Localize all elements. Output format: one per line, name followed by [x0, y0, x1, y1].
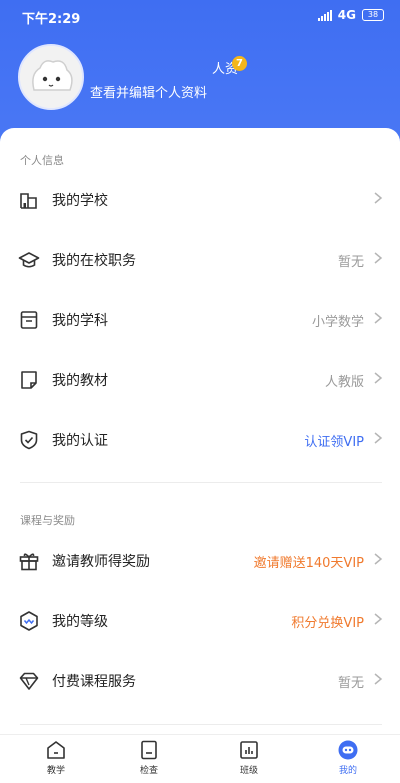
- menu-item-label: 我的学科: [52, 313, 108, 329]
- chevron-right-icon: [374, 252, 383, 264]
- graduation-cap-icon: [18, 252, 40, 268]
- menu-item-value: 暂无: [337, 255, 364, 270]
- menu-item-subject[interactable]: 我的学科 小学数学: [0, 290, 400, 350]
- menu-item-label: 我的学校: [52, 193, 108, 209]
- chevron-right-icon: [374, 372, 383, 384]
- status-time: 下午2:29: [22, 12, 81, 27]
- chevron-right-icon: [374, 312, 383, 324]
- menu-item-value: 暂无: [337, 676, 364, 691]
- menu-item-value: 积分兑换VIP: [291, 616, 364, 631]
- check-doc-icon: [141, 740, 157, 760]
- section-title-rewards: 课程与奖励: [20, 514, 75, 527]
- status-bar: 下午2:29 4G 38: [0, 0, 400, 32]
- menu-item-verification[interactable]: 我的认证 认证领VIP: [0, 410, 400, 470]
- chevron-right-icon: [374, 673, 383, 685]
- menu-item-value: 人教版: [324, 375, 364, 390]
- chevron-right-icon: [374, 192, 383, 204]
- menu-item-label: 我的在校职务: [52, 253, 136, 269]
- battery-icon: 38: [362, 9, 384, 21]
- tab-check[interactable]: 检查: [99, 739, 199, 783]
- network-label: 4G: [337, 8, 356, 22]
- tab-class[interactable]: 班级: [199, 739, 299, 783]
- section-divider: [20, 724, 382, 725]
- battery-level: 38: [367, 10, 379, 19]
- menu-item-label: 付费课程服务: [52, 674, 136, 690]
- home-icon: [47, 741, 65, 759]
- menu-item-value: 认证领VIP: [304, 435, 364, 450]
- menu-item-invite[interactable]: 邀请教师得奖励 邀请赠送140天VIP: [0, 531, 400, 591]
- tab-label: 教学: [46, 766, 65, 776]
- tab-label: 我的: [338, 766, 357, 776]
- menu-item-label: 我的认证: [52, 433, 108, 449]
- level-icon: [20, 611, 38, 631]
- avatar-mascot-icon: [20, 46, 82, 108]
- gift-icon: [19, 553, 39, 571]
- profile-badge: 7: [232, 56, 247, 71]
- menu-item-level[interactable]: 我的等级 积分兑换VIP: [0, 591, 400, 651]
- menu-item-value: 邀请赠送140天VIP: [253, 556, 364, 571]
- tab-label: 班级: [239, 766, 258, 776]
- menu-item-label: 邀请教师得奖励: [52, 554, 150, 570]
- tab-teaching[interactable]: 教学: [6, 739, 106, 783]
- avatar[interactable]: [18, 44, 84, 110]
- tab-label: 检查: [139, 766, 158, 776]
- signal-icon: [317, 9, 332, 21]
- school-icon: [20, 193, 37, 209]
- menu-item-position[interactable]: 我的在校职务 暂无: [0, 230, 400, 290]
- menu-item-school[interactable]: 我的学校: [0, 170, 400, 230]
- shield-check-icon: [20, 430, 38, 450]
- robot-icon: [338, 740, 358, 760]
- menu-item-label: 我的教材: [52, 373, 108, 389]
- settings-card: 个人信息 我的学校 我的在校职务 暂无 我的学科 小学数学 我的教材 人教版 我…: [0, 128, 400, 734]
- chevron-right-icon: [374, 432, 383, 444]
- tab-mine[interactable]: 我的: [298, 739, 398, 783]
- bottom-tab-bar: 教学 检查 班级 我的: [0, 734, 400, 783]
- section-divider: [20, 482, 382, 483]
- status-icons: 4G 38: [317, 8, 384, 22]
- diamond-icon: [19, 672, 39, 690]
- section-title-personal: 个人信息: [20, 154, 64, 167]
- edit-profile-link[interactable]: 查看并编辑个人资料: [90, 82, 207, 101]
- class-chart-icon: [240, 741, 258, 759]
- menu-item-textbook[interactable]: 我的教材 人教版: [0, 350, 400, 410]
- chevron-right-icon: [374, 553, 383, 565]
- chevron-right-icon: [374, 613, 383, 625]
- menu-item-value: 小学数学: [311, 315, 364, 330]
- subject-icon: [20, 311, 38, 329]
- menu-item-label: 我的等级: [52, 614, 108, 630]
- textbook-icon: [21, 371, 37, 389]
- menu-item-paid-course[interactable]: 付费课程服务 暂无: [0, 651, 400, 711]
